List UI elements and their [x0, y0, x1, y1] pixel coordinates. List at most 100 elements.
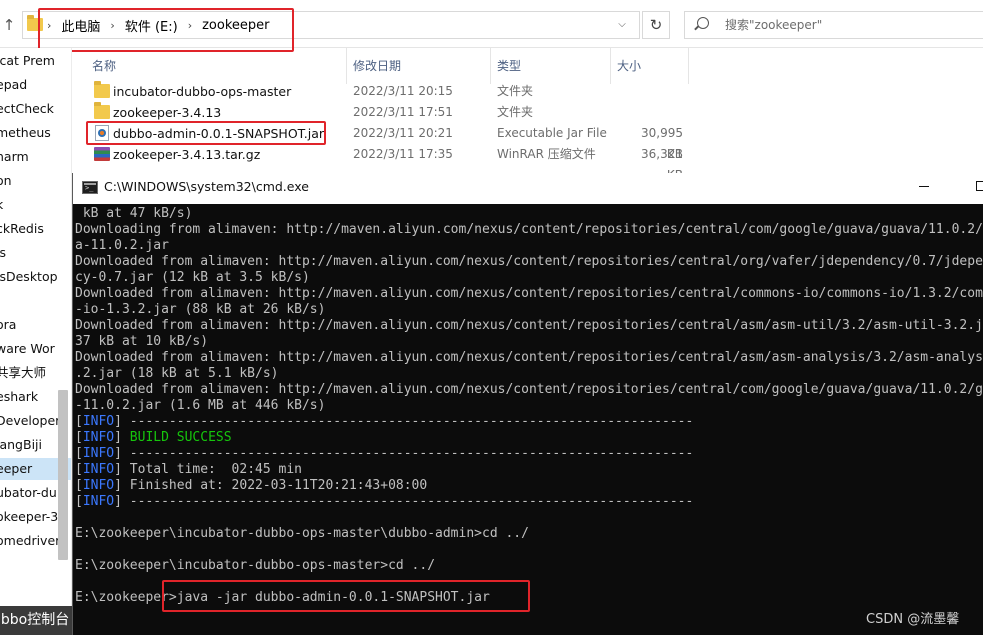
column-header-name[interactable]: 名称 [92, 54, 116, 78]
cmd-line: [INFO] Total time: 02:45 min [75, 462, 302, 477]
column-divider [610, 48, 611, 84]
log-text: Total time: 02:45 min [121, 462, 302, 477]
nav-item[interactable]: icat Prem [0, 50, 71, 72]
log-level: INFO [82, 494, 115, 509]
cmd-title: C:\WINDOWS\system32\cmd.exe [104, 179, 309, 194]
address-bar-area: ↑ › 此电脑 › 软件 (E:) › zookeeper ⌵ ↻ 搜索"zoo… [0, 0, 983, 48]
nav-item[interactable]: ckRedis [0, 218, 71, 240]
address-path-box[interactable]: › 此电脑 › 软件 (E:) › zookeeper [22, 11, 640, 39]
nav-scrollbar[interactable] [58, 390, 68, 560]
file-row[interactable]: dubbo-admin-0.0.1-SNAPSHOT.jar 2022/3/11… [82, 123, 982, 161]
breadcrumb-this-pc[interactable]: 此电脑 [61, 16, 100, 35]
cmd-line: [INFO] ---------------------------------… [75, 494, 694, 509]
cmd-line [75, 574, 983, 590]
nav-item[interactable] [0, 290, 71, 312]
nav-item[interactable]: epad [0, 74, 71, 96]
nav-item-label: omedriver [0, 533, 61, 548]
file-row[interactable]: zookeeper-3.4.13.tar.gz 2022/3/11 17:35 … [82, 144, 982, 182]
nav-item-label: 共享大师 [0, 365, 47, 380]
nav-item-label: iangBiji [0, 437, 42, 452]
cmd-line: Downloaded from alimaven: http://maven.a… [75, 382, 983, 397]
nav-item-label: on [0, 173, 12, 188]
log-text: ----------------------------------------… [121, 446, 694, 461]
cmd-line [75, 542, 983, 558]
nav-item-label: okeeper-3 [0, 509, 59, 524]
cmd-line: Downloading from alimaven: http://maven.… [75, 222, 983, 237]
nav-item[interactable]: ora [0, 314, 71, 336]
nav-item-label: ora [0, 317, 17, 332]
nav-item-label: metheus [0, 125, 51, 140]
cmd-line: -io-1.3.2.jar (88 kB at 26 kB/s) [75, 302, 326, 317]
minimize-button[interactable] [919, 186, 929, 187]
cmd-title-bar[interactable]: C:\WINDOWS\system32\cmd.exe [73, 173, 983, 204]
column-header-size[interactable]: 大小 [617, 54, 641, 78]
folder-icon [94, 102, 110, 119]
chevron-right-icon: › [47, 18, 52, 32]
taskbar-label: ubbo控制台 [0, 606, 72, 635]
column-header-type[interactable]: 类型 [497, 54, 521, 78]
file-name: incubator-dubbo-ops-master [113, 84, 292, 99]
nav-item[interactable]: on [0, 170, 71, 192]
cmd-line: kB at 47 kB/s) [75, 206, 193, 221]
log-text: Finished at: 2022-03-11T20:21:43+08:00 [121, 478, 428, 493]
column-divider [346, 48, 347, 84]
folder-icon [94, 81, 110, 98]
chevron-down-icon[interactable]: ⌵ [612, 13, 632, 37]
cmd-line: Downloaded from alimaven: http://maven.a… [75, 318, 983, 333]
chevron-right-icon: › [110, 18, 115, 32]
log-text: ----------------------------------------… [121, 494, 694, 509]
cmd-line: E:\zookeeper>java -jar dubbo-admin-0.0.1… [75, 590, 490, 605]
file-name: zookeeper-3.4.13.tar.gz [113, 147, 261, 162]
file-type: 文件夹 [497, 105, 534, 119]
cmd-line: -11.0.2.jar (1.6 MB at 446 kB/s) [75, 398, 326, 413]
breadcrumb-zookeeper[interactable]: zookeeper [202, 18, 269, 33]
cmd-line: [INFO] BUILD SUCCESS [75, 430, 232, 445]
file-row[interactable]: incubator-dubbo-ops-master 2022/3/11 20:… [82, 81, 982, 102]
file-name: zookeeper-3.4.13 [113, 105, 222, 120]
winrar-archive-icon [94, 147, 110, 161]
file-date: 2022/3/11 17:51 [353, 105, 453, 119]
refresh-button[interactable]: ↻ [642, 11, 670, 39]
log-level: INFO [82, 446, 115, 461]
column-divider [490, 48, 491, 84]
nav-item[interactable]: ectCheck [0, 98, 71, 120]
cmd-line: cy-0.7.jar (12 kB at 3.5 kB/s) [75, 270, 310, 285]
log-level: INFO [82, 462, 115, 477]
maximize-button[interactable] [976, 181, 983, 191]
nav-item[interactable]: ware Wor [0, 338, 71, 360]
nav-item[interactable]: k [0, 194, 71, 216]
up-arrow-icon[interactable]: ↑ [0, 14, 18, 36]
column-header-date[interactable]: 修改日期 [353, 54, 401, 78]
nav-item-label: Developer [0, 413, 61, 428]
chevron-right-icon: › [187, 18, 193, 32]
file-row[interactable]: zookeeper-3.4.13 2022/3/11 17:51 文件夹 [82, 102, 982, 123]
nav-item[interactable]: is [0, 242, 71, 264]
file-date: 2022/3/11 20:15 [353, 84, 453, 98]
cmd-line: Downloaded from alimaven: http://maven.a… [75, 350, 983, 365]
nav-item[interactable]: harm [0, 146, 71, 168]
cmd-output[interactable]: kB at 47 kB/s) Downloading from alimaven:… [75, 206, 983, 635]
jar-file-icon [95, 125, 109, 141]
cmd-line: [INFO] ---------------------------------… [75, 414, 694, 429]
file-type: Executable Jar File [497, 126, 607, 140]
cmd-line: [INFO] Finished at: 2022-03-11T20:21:43+… [75, 478, 428, 493]
log-level: INFO [82, 430, 115, 445]
file-date: 2022/3/11 20:21 [353, 126, 453, 140]
cmd-line [75, 510, 983, 526]
log-text: ----------------------------------------… [121, 414, 694, 429]
search-input[interactable]: 搜索"zookeeper" [684, 11, 983, 39]
breadcrumb: › 此电脑 › 软件 (E:) › zookeeper [47, 12, 270, 38]
log-level: INFO [82, 478, 115, 493]
nav-item-label: k [0, 194, 3, 216]
search-placeholder: 搜索"zookeeper" [725, 18, 823, 32]
nav-item[interactable]: metheus [0, 122, 71, 144]
file-type: 文件夹 [497, 84, 534, 98]
nav-item[interactable]: isDesktop [0, 266, 71, 288]
nav-item-label: ubator-du [0, 485, 57, 500]
cmd-line: .2.jar (18 kB at 5.1 kB/s) [75, 366, 279, 381]
file-list: 名称 修改日期 类型 大小 incubator-dubbo-ops-master… [74, 48, 983, 182]
nav-item[interactable]: 共享大师 [0, 362, 71, 384]
navigation-pane: omedriver okeeper-3 ubator-du eeper iangBiji… [0, 48, 72, 635]
breadcrumb-drive-e[interactable]: 软件 (E:) [125, 16, 178, 35]
